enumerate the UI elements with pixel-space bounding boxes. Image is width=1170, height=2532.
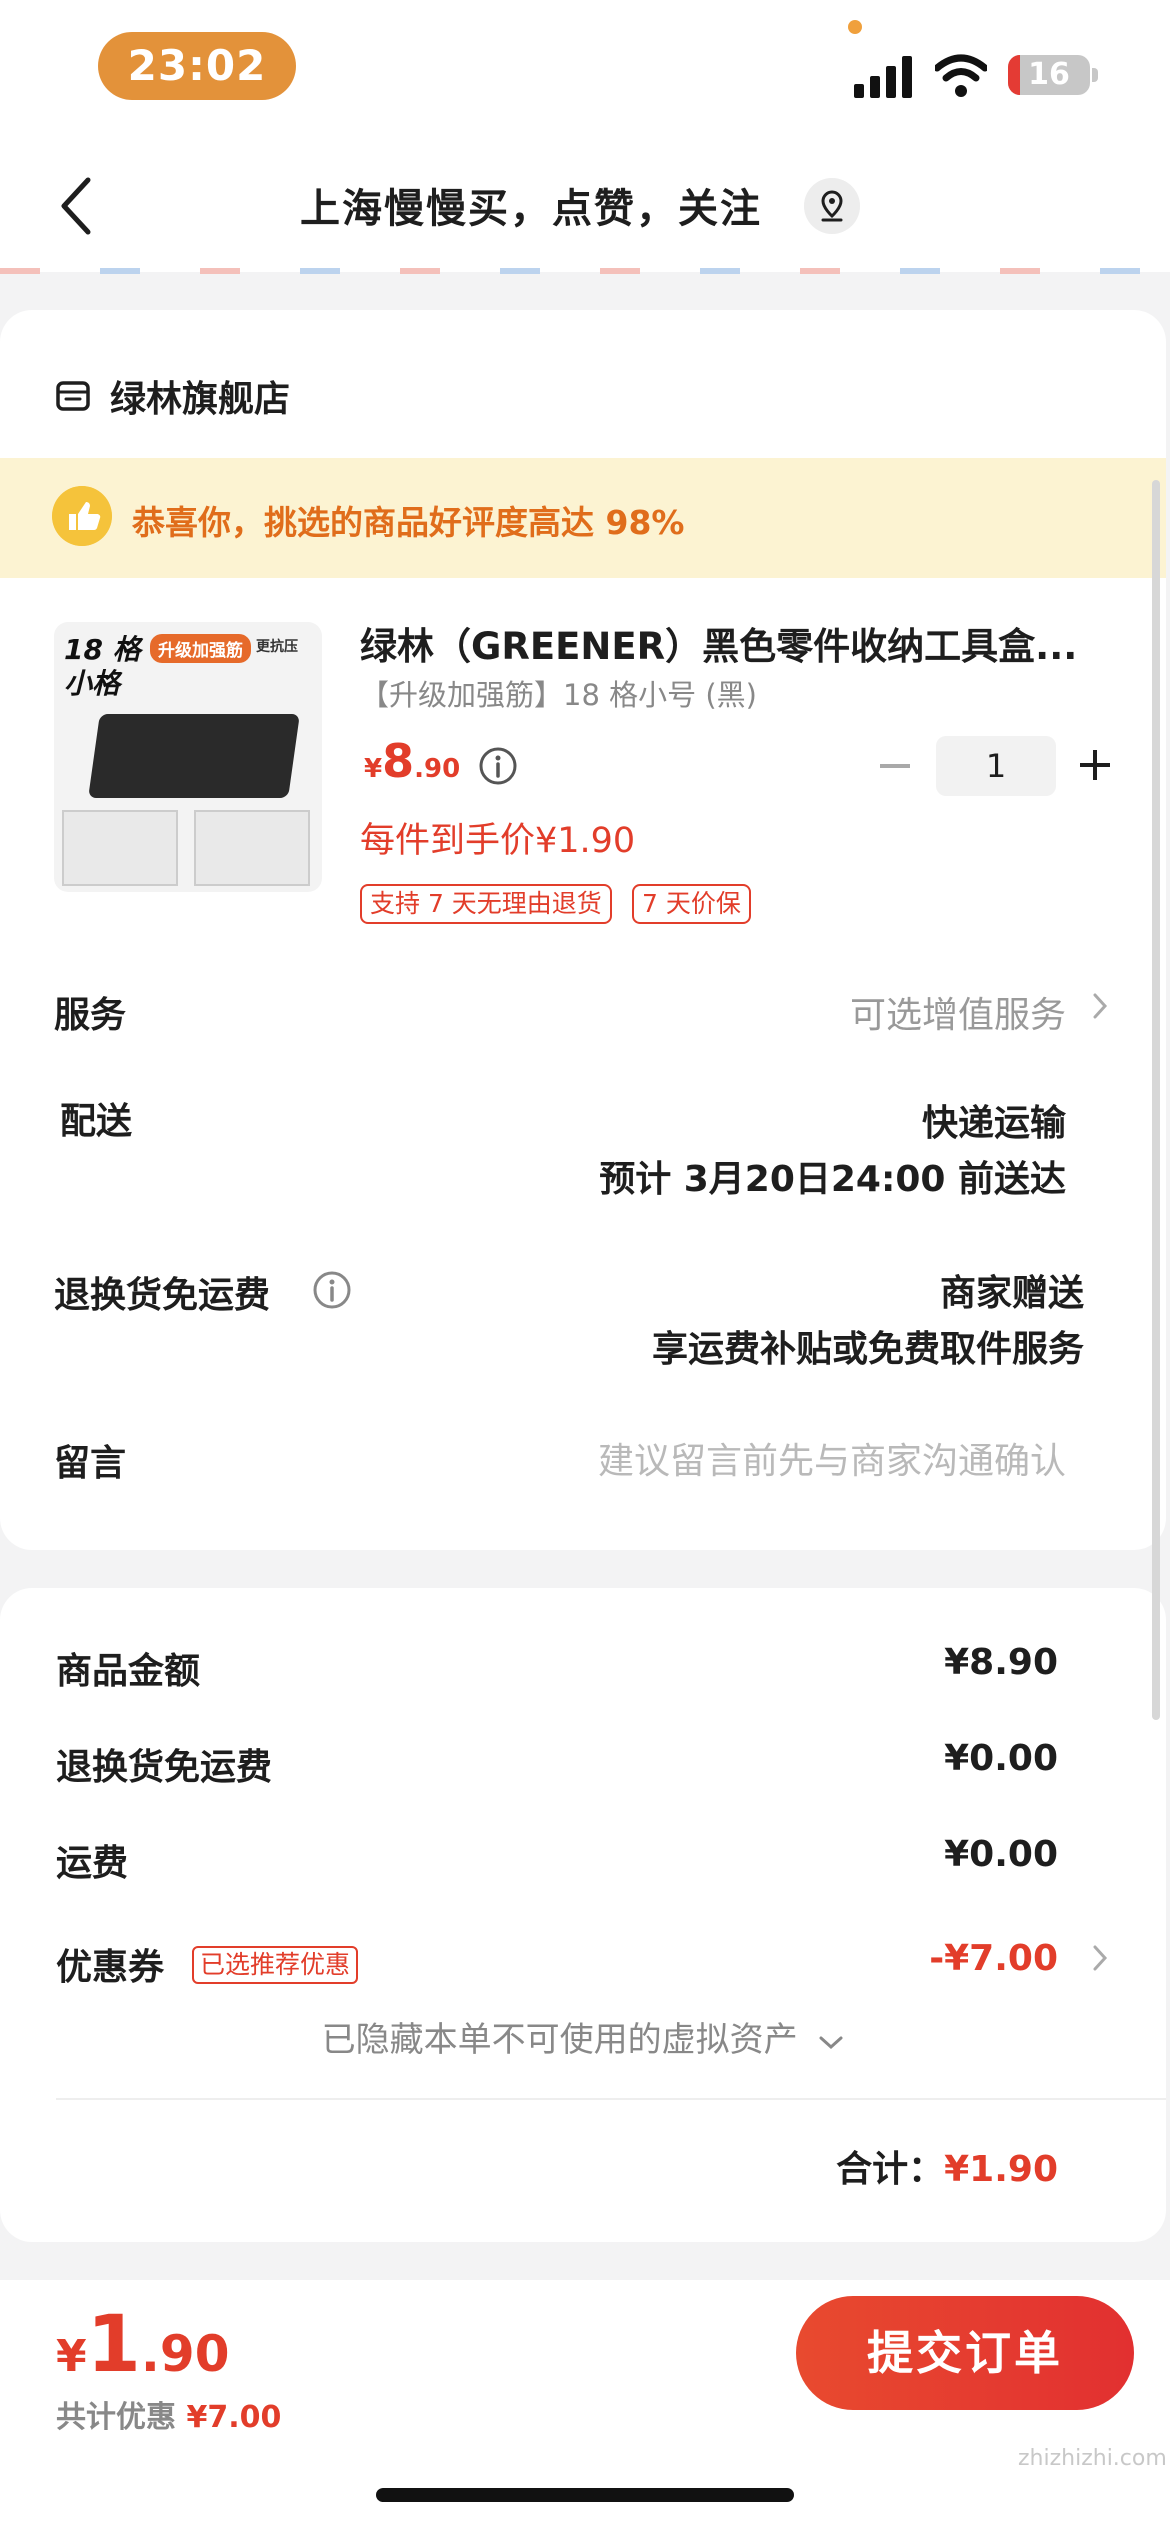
product-title[interactable]: 绿林（GREENER）黑色零件收纳工具盒... xyxy=(360,616,1120,670)
shipping-fee-value: ¥0.00 xyxy=(944,1834,1058,1875)
chevron-right-icon[interactable] xyxy=(1092,992,1108,1020)
checkout-bar: ¥ 1 .90 共计优惠 ¥7.00 提交订单 zhizhizhi.com xyxy=(0,2280,1170,2532)
return-shipping-provider: 商家赠送 xyxy=(939,1273,1084,1314)
cellular-signal-icon xyxy=(854,56,912,98)
divider xyxy=(56,2098,1166,2100)
scrollbar[interactable] xyxy=(1152,480,1160,1720)
back-arrow-icon[interactable] xyxy=(52,176,102,236)
page-title: 上海慢慢买，点赞，关注 xyxy=(300,186,762,232)
coupon-chevron-icon[interactable] xyxy=(1092,1944,1108,1972)
coupon-label: 优惠券 xyxy=(56,1947,165,1988)
delivery-label: 配送 xyxy=(60,1101,133,1142)
coupon-tag: 已选推荐优惠 xyxy=(192,1946,359,1984)
payable-price: ¥ 1 .90 xyxy=(56,2300,230,2390)
shop-icon xyxy=(56,381,90,411)
return-fee-label: 退换货免运费 xyxy=(56,1747,273,1788)
shipping-fee-label: 运费 xyxy=(56,1843,129,1884)
total-value: ¥1.90 xyxy=(944,2149,1058,2190)
wifi-icon xyxy=(935,54,987,97)
home-indicator[interactable] xyxy=(376,2488,794,2502)
product-image[interactable]: 18 格 小格 升级加强筋 更抗压 xyxy=(54,622,322,892)
return-shipping-label: 退换货免运费 xyxy=(54,1275,271,1316)
return-policy-badge: 支持 7 天无理由退货 xyxy=(360,884,612,924)
location-pin-icon[interactable] xyxy=(804,178,860,234)
price-info-icon[interactable] xyxy=(478,746,518,786)
delivery-method: 快递运输 xyxy=(921,1103,1066,1144)
product-price: ¥ 8 .90 xyxy=(364,734,461,788)
chevron-down-icon xyxy=(818,2020,844,2060)
praise-banner: 恭喜你，挑选的商品好评度高达 98% xyxy=(0,458,1166,578)
delivery-eta: 预计 3月20日24:00 前送达 xyxy=(599,1159,1066,1200)
return-info-icon[interactable] xyxy=(312,1270,352,1310)
return-fee-value: ¥0.00 xyxy=(944,1738,1058,1779)
shop-header[interactable]: 绿林旗舰店 xyxy=(56,368,290,424)
quantity-increase-button[interactable] xyxy=(1080,750,1110,780)
message-label: 留言 xyxy=(54,1443,127,1484)
status-time: 23:02 xyxy=(98,32,296,100)
hand-price: 每件到手价¥1.90 xyxy=(360,821,636,861)
thumbs-up-icon xyxy=(52,486,112,546)
product-spec[interactable]: 【升级加强筋】18 格小号 (黑) xyxy=(360,672,757,714)
goods-amount-label: 商品金额 xyxy=(56,1651,201,1692)
coupon-value[interactable]: -¥7.00 xyxy=(929,1938,1058,1979)
banner-text: 恭喜你，挑选的商品好评度高达 98% xyxy=(132,503,685,542)
submit-order-button[interactable]: 提交订单 xyxy=(796,2296,1134,2410)
service-label: 服务 xyxy=(54,995,127,1036)
privacy-dot-icon xyxy=(848,20,862,34)
battery-icon: 16 xyxy=(1008,55,1090,95)
price-summary-card: 商品金额 ¥8.90 退换货免运费 ¥0.00 运费 ¥0.00 优惠券 已选推… xyxy=(0,1588,1166,2242)
battery-level: 16 xyxy=(1028,57,1070,92)
envelope-stripe xyxy=(0,268,1170,274)
service-value[interactable]: 可选增值服务 xyxy=(850,986,1066,1038)
shop-name: 绿林旗舰店 xyxy=(110,379,291,420)
nav-bar: 上海慢慢买，点赞，关注 xyxy=(0,130,1170,272)
watermark: zhizhizhi.com xyxy=(1018,2446,1167,2471)
price-protect-badge: 7 天价保 xyxy=(632,884,751,924)
quantity-decrease-button[interactable] xyxy=(880,764,910,768)
status-bar: 23:02 16 xyxy=(0,0,1170,130)
message-input[interactable]: 建议留言前先与商家沟通确认 xyxy=(598,1432,1066,1484)
total-discount: 共计优惠 ¥7.00 xyxy=(56,2400,282,2435)
hidden-assets-toggle[interactable]: 已隐藏本单不可使用的虚拟资产 xyxy=(0,2012,1166,2061)
goods-amount-value: ¥8.90 xyxy=(944,1642,1058,1683)
order-total: 合计：¥1.90 xyxy=(836,2140,1058,2192)
quantity-value[interactable]: 1 xyxy=(936,736,1056,796)
total-label: 合计： xyxy=(836,2149,945,2190)
order-card: 绿林旗舰店 恭喜你，挑选的商品好评度高达 98% 18 格 小格 升级加强筋 更… xyxy=(0,310,1166,1550)
return-shipping-detail: 享运费补贴或免费取件服务 xyxy=(651,1329,1084,1370)
